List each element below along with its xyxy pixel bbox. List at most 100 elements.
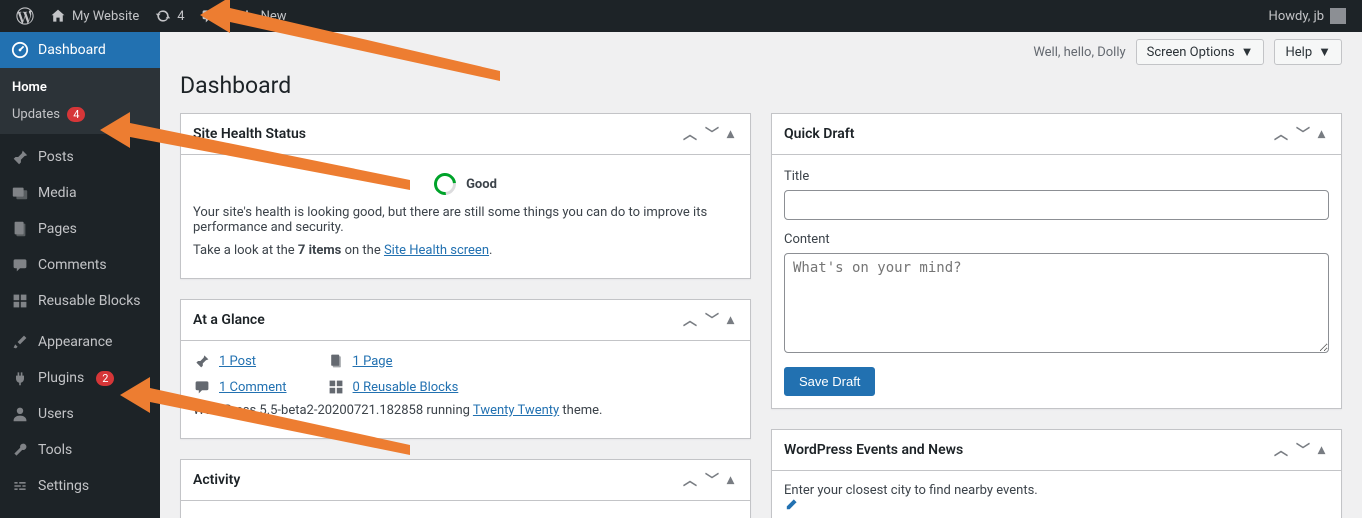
wp-logo[interactable] [8, 0, 42, 32]
draft-title-input[interactable] [784, 190, 1329, 220]
updates-badge: 4 [67, 107, 85, 122]
health-status: Good [466, 177, 497, 192]
refresh-icon [155, 8, 171, 24]
widget-title: Activity [193, 472, 240, 488]
sidebar-item-dashboard[interactable]: Dashboard [0, 32, 160, 68]
widget-title: At a Glance [193, 312, 265, 328]
widget-title: Quick Draft [784, 126, 854, 142]
widget-header[interactable]: At a Glance ︿ ﹀ ▴ [181, 300, 750, 341]
sidebar-item-label: Dashboard [38, 42, 106, 58]
avatar [1330, 8, 1346, 24]
brush-icon [10, 332, 30, 352]
toggle-icon[interactable]: ▴ [1314, 126, 1329, 142]
admin-bar: My Website 4 New Howdy, jb [0, 0, 1362, 32]
sidebar-item-posts[interactable]: Posts [0, 139, 160, 175]
move-down-icon[interactable]: ﹀ [701, 470, 723, 490]
widget-header[interactable]: Site Health Status ︿ ﹀ ▴ [181, 114, 750, 155]
pin-icon [10, 147, 30, 167]
glance-pages[interactable]: 1 Page [327, 353, 459, 369]
admin-sidebar: Dashboard Home Updates 4 Posts Media Pag… [0, 32, 160, 518]
glance-posts[interactable]: 1 Post [193, 353, 287, 369]
help-button[interactable]: Help ▼ [1274, 39, 1342, 65]
sidebar-item-media[interactable]: Media [0, 175, 160, 211]
dashboard-submenu: Home Updates 4 [0, 68, 160, 134]
move-down-icon[interactable]: ﹀ [1292, 440, 1314, 460]
updates-count: 4 [177, 9, 184, 24]
home-icon [50, 8, 66, 24]
version-info: WordPress 5.5-beta2-20200721.182858 runn… [193, 403, 738, 418]
new-content-link[interactable]: New [231, 0, 295, 32]
health-gauge-icon [430, 169, 461, 200]
move-down-icon[interactable]: ﹀ [701, 124, 723, 144]
title-label: Title [784, 169, 1329, 184]
content-area: Well, hello, Dolly Screen Options ▼ Help… [160, 32, 1362, 518]
howdy-account[interactable]: Howdy, jb [1261, 0, 1354, 32]
hello-dolly-text: Well, hello, Dolly [1033, 45, 1125, 60]
move-up-icon[interactable]: ︿ [679, 470, 701, 490]
comment-icon [201, 8, 217, 24]
site-health-widget: Site Health Status ︿ ﹀ ▴ Good Your site'… [180, 113, 751, 279]
chevron-down-icon: ▼ [1318, 44, 1331, 60]
sidebar-item-appearance[interactable]: Appearance [0, 324, 160, 360]
wordpress-icon [16, 7, 34, 25]
site-health-link[interactable]: Site Health screen [384, 243, 489, 258]
pages-icon [10, 219, 30, 239]
sidebar-item-settings[interactable]: Settings [0, 468, 160, 504]
page-title: Dashboard [180, 72, 1342, 99]
widget-header[interactable]: Activity ︿ ﹀ ▴ [181, 460, 750, 501]
toggle-icon[interactable]: ▴ [723, 472, 738, 488]
toggle-icon[interactable]: ▴ [723, 126, 738, 142]
chevron-down-icon: ▼ [1241, 44, 1254, 60]
sidebar-item-tools[interactable]: Tools [0, 432, 160, 468]
theme-link[interactable]: Twenty Twenty [473, 403, 559, 418]
wrench-icon [10, 440, 30, 460]
site-name-link[interactable]: My Website [42, 0, 147, 32]
submenu-home[interactable]: Home [0, 74, 160, 101]
move-down-icon[interactable]: ﹀ [1292, 124, 1314, 144]
move-up-icon[interactable]: ︿ [679, 124, 701, 144]
sidebar-item-reusable-blocks[interactable]: Reusable Blocks [0, 283, 160, 319]
blocks-icon [10, 291, 30, 311]
sliders-icon [10, 476, 30, 496]
events-news-widget: WordPress Events and News ︿ ﹀ ▴ Enter yo… [771, 429, 1342, 518]
at-a-glance-widget: At a Glance ︿ ﹀ ▴ 1 Post [180, 299, 751, 439]
sidebar-item-pages[interactable]: Pages [0, 211, 160, 247]
widget-title: WordPress Events and News [784, 442, 963, 458]
draft-content-textarea[interactable] [784, 253, 1329, 353]
glance-reusable[interactable]: 0 Reusable Blocks [327, 379, 459, 395]
move-down-icon[interactable]: ﹀ [701, 310, 723, 330]
sidebar-item-users[interactable]: Users [0, 396, 160, 432]
plug-icon [10, 368, 30, 388]
plugins-badge: 2 [96, 371, 114, 386]
save-draft-button[interactable]: Save Draft [784, 367, 875, 396]
pin-icon [193, 353, 211, 369]
health-description: Your site's health is looking good, but … [193, 205, 738, 235]
events-prompt: Enter your closest city to find nearby e… [784, 483, 1038, 498]
move-up-icon[interactable]: ︿ [1270, 440, 1292, 460]
comments-link[interactable] [193, 0, 231, 32]
widget-header[interactable]: Quick Draft ︿ ﹀ ▴ [772, 114, 1341, 155]
plus-icon [239, 8, 255, 24]
media-icon [10, 183, 30, 203]
content-label: Content [784, 232, 1329, 247]
edit-location-icon[interactable] [784, 498, 1329, 512]
updates-link[interactable]: 4 [147, 0, 192, 32]
sidebar-item-plugins[interactable]: Plugins 2 [0, 360, 160, 396]
user-icon [10, 404, 30, 424]
site-name: My Website [72, 9, 139, 24]
blocks-icon [327, 379, 345, 395]
move-up-icon[interactable]: ︿ [1270, 124, 1292, 144]
submenu-updates[interactable]: Updates 4 [0, 101, 160, 128]
health-cta: Take a look at the 7 items on the Site H… [193, 243, 738, 258]
move-up-icon[interactable]: ︿ [679, 310, 701, 330]
pages-icon [327, 353, 345, 369]
toggle-icon[interactable]: ▴ [1314, 442, 1329, 458]
quick-draft-widget: Quick Draft ︿ ﹀ ▴ Title Content Save Dra… [771, 113, 1342, 409]
glance-comments[interactable]: 1 Comment [193, 379, 287, 395]
widget-header[interactable]: WordPress Events and News ︿ ﹀ ▴ [772, 430, 1341, 471]
top-strip: Well, hello, Dolly Screen Options ▼ Help… [180, 32, 1342, 72]
toggle-icon[interactable]: ▴ [723, 312, 738, 328]
screen-options-button[interactable]: Screen Options ▼ [1136, 39, 1265, 65]
sidebar-item-comments[interactable]: Comments [0, 247, 160, 283]
new-label: New [261, 9, 287, 24]
